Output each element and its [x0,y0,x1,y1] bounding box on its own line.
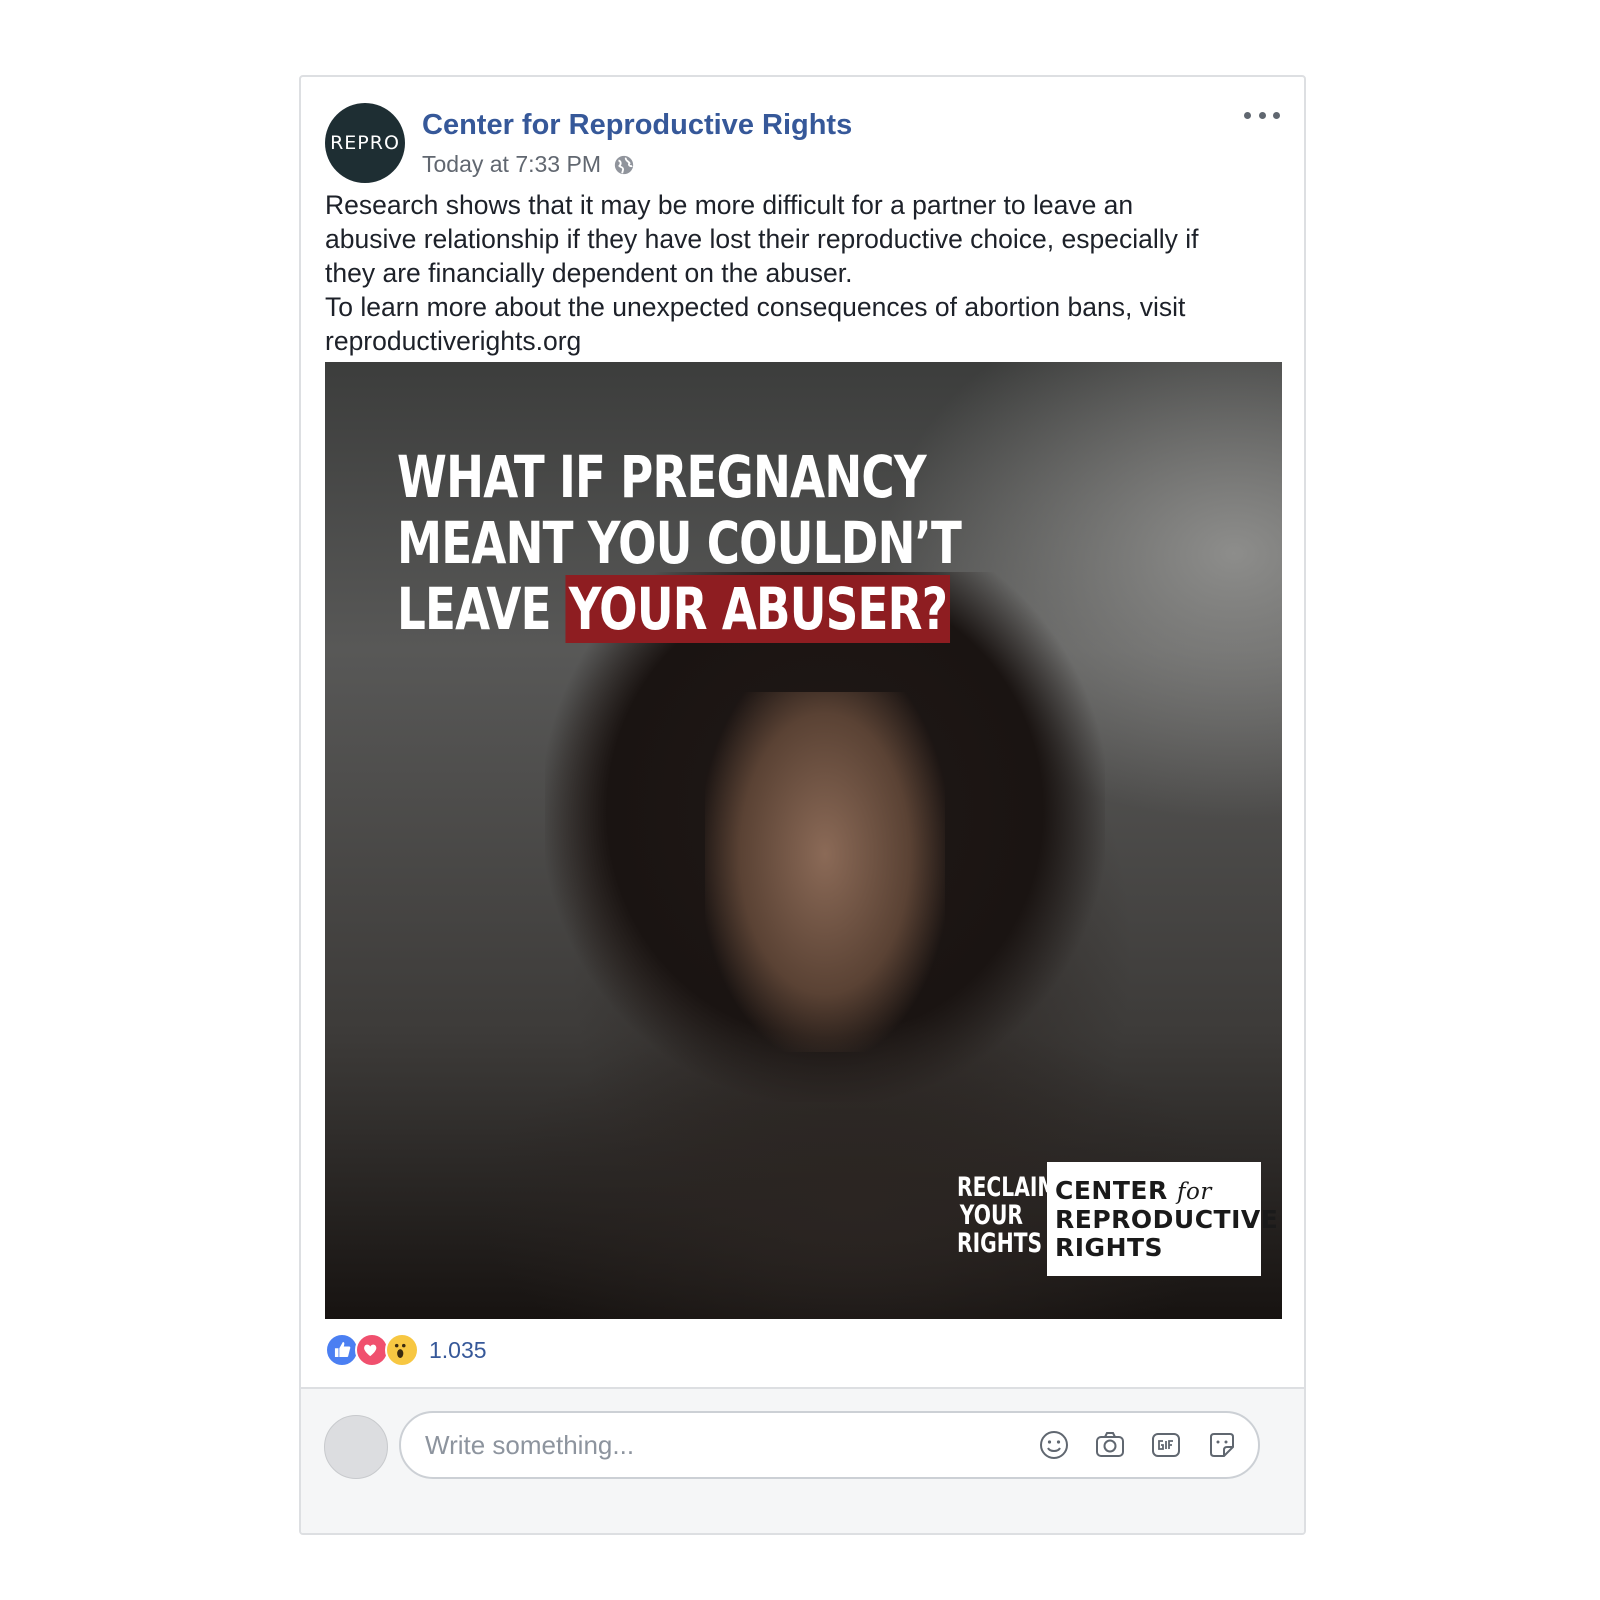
camera-icon[interactable] [1094,1429,1126,1461]
post-timestamp[interactable]: Today at 7:33 PM [422,151,601,178]
post-text: Research shows that it may be more diffi… [325,188,1285,358]
org-line: RIGHTS [1055,1233,1164,1262]
globe-icon [614,155,634,174]
reclaim-line: RECLAIM [957,1172,1058,1203]
post-image[interactable]: WHAT IF PREGNANCY MEANT YOU COULDN’T LEA… [325,362,1282,1319]
gif-icon[interactable] [1150,1429,1182,1461]
reclaim-slogan: RECLAIM YOUR RIGHTS [957,1172,1058,1259]
org-logo-box: CENTER for REPRODUCTIVE RIGHTS [1047,1162,1279,1276]
comment-input[interactable] [425,1429,1038,1461]
love-icon [355,1333,389,1367]
comment-composer [301,1387,1304,1533]
post-link-text[interactable]: reproductiverights.org [325,324,1285,358]
headline-line: WHAT IF PREGNANCY [397,443,927,511]
avatar-text: REPRO [330,132,400,154]
org-line-text: CENTER [1055,1176,1168,1205]
post-text-line: To learn more about the unexpected conse… [325,292,1186,322]
org-line: CENTER for [1055,1177,1253,1206]
reclaim-line: YOUR [959,1200,1023,1231]
org-line: REPRODUCTIVE [1055,1205,1279,1234]
like-icon [325,1333,359,1367]
reaction-count[interactable]: 1.035 [429,1337,487,1364]
headline-plain: LEAVE [397,575,551,643]
photo-hands-shape [705,692,945,1052]
post-meta: Today at 7:33 PM [422,151,635,178]
reactions-summary[interactable]: 1.035 [325,1333,487,1367]
org-for-text: for [1176,1179,1212,1205]
sticker-icon[interactable] [1206,1429,1238,1461]
image-headline: WHAT IF PREGNANCY MEANT YOU COULDN’T LEA… [397,443,962,643]
more-options-icon[interactable] [1244,103,1280,127]
post-text-line: abusive relationship if they have lost t… [325,224,1199,254]
emoji-icon[interactable] [1038,1429,1070,1461]
composer-icons [1038,1429,1238,1461]
headline-line: MEANT YOU COULDN’T [397,509,962,577]
wow-icon [385,1333,419,1367]
reclaim-line: RIGHTS [957,1228,1043,1259]
post-card: REPRO Center for Reproductive Rights Tod… [299,75,1306,1535]
headline-line: LEAVE YOUR ABUSER? [397,575,961,643]
page-name-link[interactable]: Center for Reproductive Rights [422,109,852,142]
post-text-line: Research shows that it may be more diffi… [325,190,1134,220]
headline-highlight: YOUR ABUSER? [565,575,951,643]
page-avatar[interactable]: REPRO [325,103,405,183]
comment-input-wrapper[interactable] [399,1411,1260,1479]
user-avatar [324,1415,388,1479]
post-text-line: they are financially dependent on the ab… [325,258,853,288]
